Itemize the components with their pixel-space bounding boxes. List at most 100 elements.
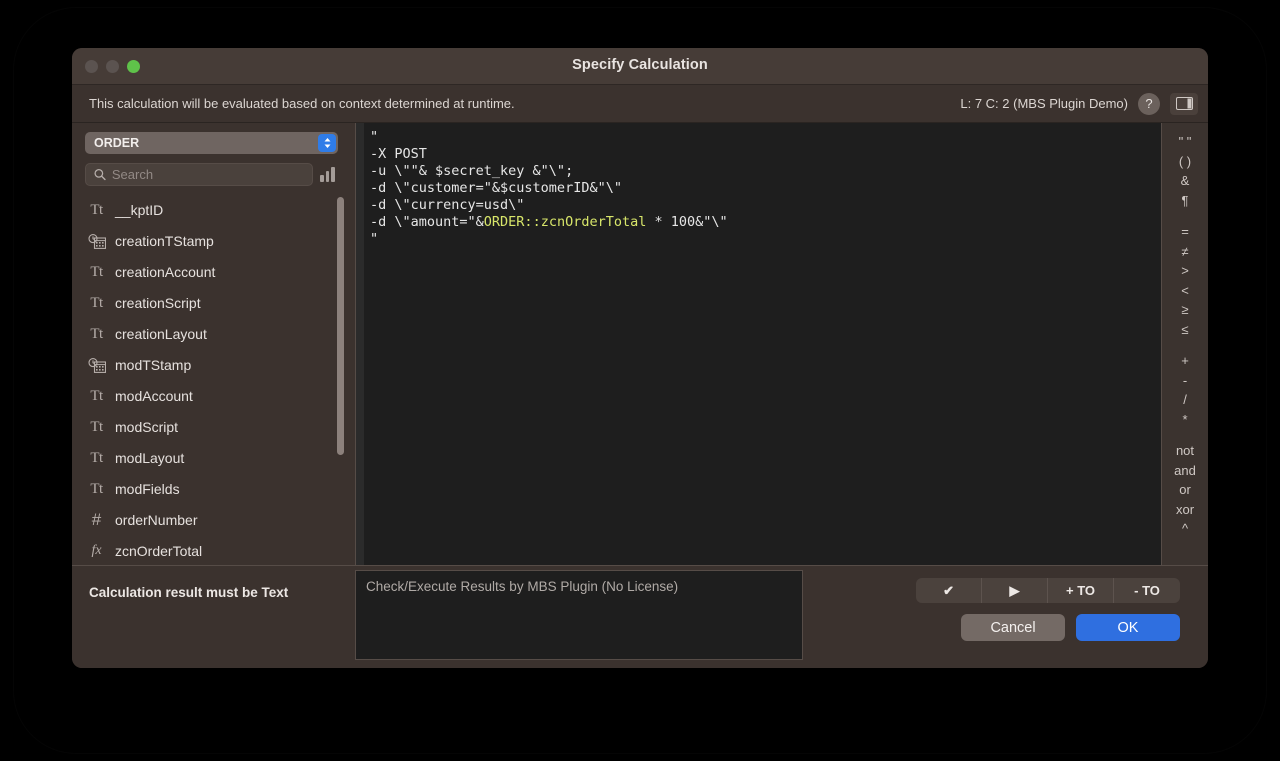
operator-button[interactable]: xor xyxy=(1162,500,1208,520)
field-list-scrollbar-thumb[interactable] xyxy=(337,196,344,455)
editor-text-token: -d \"customer="&$customerID&"\" xyxy=(370,180,622,196)
field-list-item-label: modFields xyxy=(115,481,180,498)
table-selector[interactable]: ORDER xyxy=(85,132,338,154)
editor-text-token: -d \"amount="& xyxy=(370,214,484,230)
editor-text-token: -X POST xyxy=(370,146,427,162)
editor-line: -d \"currency=usd\" xyxy=(370,197,1161,214)
field-list-item-label: creationAccount xyxy=(115,264,216,281)
table-selector-value: ORDER xyxy=(94,135,140,150)
operator-button[interactable]: not xyxy=(1162,441,1208,461)
field-list-item[interactable]: Tt modScript xyxy=(85,412,333,443)
footer-bar: Calculation result must be Text Check/Ex… xyxy=(72,565,1208,668)
field-list-item-label: modTStamp xyxy=(115,357,192,374)
operator-button[interactable]: and xyxy=(1162,461,1208,481)
operator-button[interactable]: ≠ xyxy=(1162,242,1208,262)
search-box[interactable] xyxy=(85,162,313,186)
operator-button[interactable]: - xyxy=(1162,371,1208,391)
operator-button[interactable]: ≤ xyxy=(1162,320,1208,340)
text-field-icon: Tt xyxy=(90,263,103,280)
search-input[interactable] xyxy=(111,166,304,182)
table-selector-stepper[interactable] xyxy=(318,134,336,152)
operator-button[interactable]: + xyxy=(1162,351,1208,371)
editor-line: " xyxy=(370,231,1161,248)
field-list-item-label: modAccount xyxy=(115,388,193,405)
up-down-chevron-icon xyxy=(324,138,330,148)
number-field-icon: # xyxy=(91,510,102,530)
cursor-position-indicator: L: 7 C: 2 (MBS Plugin Demo) xyxy=(960,96,1128,111)
field-list-item[interactable]: Tt creationScript xyxy=(85,288,333,319)
operator-button[interactable]: or xyxy=(1162,480,1208,500)
calculation-editor-wrap: " -X POST -u \""& $secret_key &"\"; -d \"cu… xyxy=(355,123,1162,565)
field-list-item-label: __kptID xyxy=(115,202,164,219)
text-field-icon: Tt xyxy=(90,480,103,497)
field-list-item[interactable]: Tt creationLayout xyxy=(85,319,333,350)
editor-text-token: -u \""& $secret_key &"\"; xyxy=(370,163,574,179)
text-field-icon: Tt xyxy=(90,418,103,435)
editor-line: -d \"customer="&$customerID&"\" xyxy=(370,180,1161,197)
operator-button[interactable]: ≥ xyxy=(1162,300,1208,320)
editor-text-token: " xyxy=(370,129,379,145)
decrease-text-size-button[interactable]: - TO xyxy=(1114,578,1180,603)
calculation-editor[interactable]: " -X POST -u \""& $secret_key &"\"; -d \"cu… xyxy=(364,123,1161,565)
operator-button[interactable]: " " xyxy=(1162,132,1208,152)
cancel-button[interactable]: Cancel xyxy=(961,614,1066,641)
field-list-item[interactable]: Tt __kptID xyxy=(85,195,333,226)
editor-text-token: " xyxy=(370,231,379,247)
text-field-icon: Tt xyxy=(90,449,103,466)
action-area: ✔ ▶ + TO - TO Cancel OK xyxy=(803,566,1208,668)
operator-button[interactable]: ^ xyxy=(1162,519,1208,539)
editor-line: " xyxy=(370,129,1161,146)
field-list-item-label: modScript xyxy=(115,419,179,436)
results-box[interactable]: Check/Execute Results by MBS Plugin (No … xyxy=(355,570,803,660)
context-bar: This calculation will be evaluated based… xyxy=(72,85,1208,123)
timestamp-field-icon xyxy=(87,357,106,373)
main-body: ORDER Search Tt __kptID creationTStamp T… xyxy=(72,123,1208,565)
check-syntax-button[interactable]: ✔ xyxy=(916,578,983,603)
operator-button[interactable]: * xyxy=(1162,410,1208,430)
field-list-item-label: creationLayout xyxy=(115,326,207,343)
text-field-icon: Tt xyxy=(90,294,103,311)
field-list-item[interactable]: # orderNumber xyxy=(85,505,333,536)
timestamp-field-icon xyxy=(87,233,106,249)
field-list-item[interactable]: Tt creationAccount xyxy=(85,257,333,288)
editor-text-token: -d \"currency=usd\" xyxy=(370,197,525,213)
operator-button[interactable]: / xyxy=(1162,390,1208,410)
field-list-item[interactable]: fx zcnOrderTotal xyxy=(85,536,333,565)
operator-button[interactable]: < xyxy=(1162,281,1208,301)
help-button[interactable]: ? xyxy=(1138,92,1160,115)
text-field-icon: Tt xyxy=(90,387,103,404)
operator-button[interactable]: ¶ xyxy=(1162,191,1208,211)
bar-chart-icon[interactable] xyxy=(320,166,335,182)
operator-button[interactable]: = xyxy=(1162,222,1208,242)
field-list-scrollbar[interactable] xyxy=(336,196,345,563)
text-field-icon: Tt xyxy=(90,325,103,342)
field-list[interactable]: Tt __kptID creationTStamp Tt creationAccount… xyxy=(85,195,347,565)
operator-button[interactable]: > xyxy=(1162,261,1208,281)
editor-gutter xyxy=(356,123,364,565)
field-list-item-label: creationScript xyxy=(115,295,201,312)
field-list-item[interactable]: Tt modAccount xyxy=(85,381,333,412)
specify-calculation-window: Specify Calculation This calculation wil… xyxy=(72,48,1208,668)
calculation-field-icon: fx xyxy=(91,543,102,559)
operator-button[interactable]: ( ) xyxy=(1162,152,1208,172)
ok-button[interactable]: OK xyxy=(1076,614,1181,641)
window-titlebar: Specify Calculation xyxy=(72,48,1208,85)
field-list-item[interactable]: creationTStamp xyxy=(85,226,333,257)
editor-text-token: * 100&"\" xyxy=(646,214,728,230)
editor-line: -X POST xyxy=(370,146,1161,163)
results-placeholder-text: Check/Execute Results by MBS Plugin (No … xyxy=(366,579,679,594)
field-list-item[interactable]: Tt modFields xyxy=(85,474,333,505)
field-list-item[interactable]: modTStamp xyxy=(85,350,333,381)
fields-sidebar: ORDER Search Tt __kptID creationTStamp T… xyxy=(72,123,355,565)
increase-text-size-button[interactable]: + TO xyxy=(1048,578,1115,603)
field-list-item[interactable]: Tt modLayout xyxy=(85,443,333,474)
operator-panel: " "( ) & ¶ = ≠ > < ≥ ≤ + - / * not and or xor ^ xyxy=(1162,123,1208,565)
sidebar-toggle-button[interactable] xyxy=(1170,92,1198,115)
result-type-area: Calculation result must be Text xyxy=(72,566,355,668)
execute-button[interactable]: ▶ xyxy=(982,578,1049,603)
field-list-item-label: creationTStamp xyxy=(115,233,214,250)
operator-button[interactable]: & xyxy=(1162,171,1208,191)
editor-line: -u \""& $secret_key &"\"; xyxy=(370,163,1161,180)
text-field-icon: Tt xyxy=(90,201,103,218)
dialog-buttons: Cancel OK xyxy=(961,614,1181,641)
